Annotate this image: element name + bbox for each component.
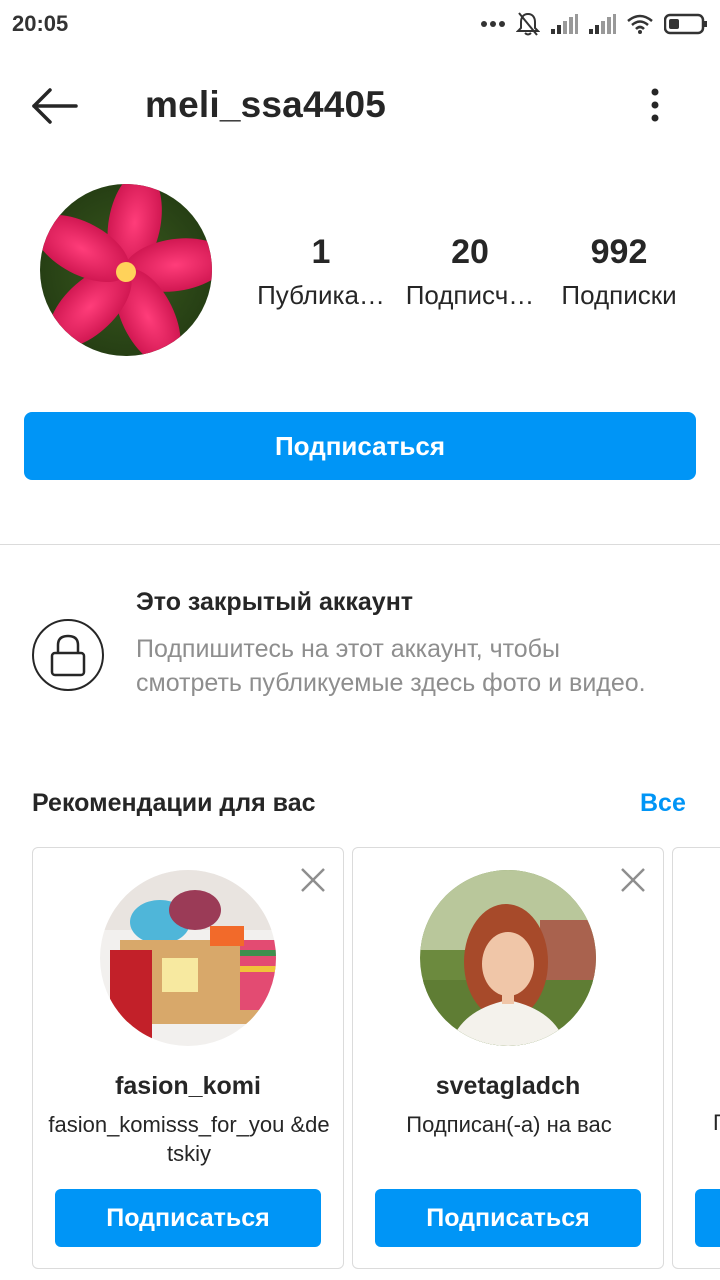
stat-followers[interactable]: 20 Подписч… [395,230,545,311]
profile-header: meli_ssa4405 [0,60,720,152]
stat-posts[interactable]: 1 Публика… [246,230,396,311]
status-icons [480,11,708,37]
wifi-icon [627,14,653,34]
profile-summary: 1 Публика… 20 Подписч… 992 Подписки [0,182,720,358]
divider [0,544,720,545]
stat-followers-value: 20 [451,233,489,271]
close-icon[interactable] [619,866,647,894]
page-title: meli_ssa4405 [145,84,387,125]
bell-muted-icon [516,12,540,36]
close-icon[interactable] [299,866,327,894]
private-account-description: Подпишитесь на этот аккаунт, чтобы смотр… [136,635,646,697]
card-username[interactable]: fasion_komi [33,1072,343,1101]
follow-button[interactable] [695,1189,720,1247]
card-subtitle: fasion_komisss_for_you &detskiy [48,1112,330,1166]
signal-icon [551,14,578,34]
follow-button[interactable]: Подписаться [55,1189,321,1247]
signal-icon [589,14,616,34]
recommendation-card[interactable]: fasion_komi fasion_komisss_for_you &dets… [32,847,344,1269]
battery-icon [664,13,707,35]
follow-button[interactable]: Подписаться [375,1189,641,1247]
lock-icon [32,619,104,691]
status-time: 20:05 [12,11,69,36]
dots-icon [481,21,505,27]
avatar[interactable] [100,870,276,1046]
card-subtitle: П [713,1110,720,1136]
recommendations-title: Рекомендации для вас [32,789,316,817]
see-all-link[interactable]: Все [640,789,686,818]
stat-posts-label: Публика… [257,280,385,310]
stat-followers-label: Подписч… [405,280,535,310]
status-bar: 20:05 [0,0,720,48]
more-vertical-icon[interactable] [640,82,670,132]
follow-button[interactable]: Подписаться [24,412,696,480]
stat-posts-value: 1 [311,233,331,271]
recommendation-card[interactable]: svetagladch Подписан(-а) на вас Подписат… [352,847,664,1269]
private-account-title: Это закрытый аккаунт [136,588,414,616]
recommendation-card[interactable]: П [672,847,720,1269]
stat-following-value: 992 [590,233,648,271]
card-subtitle: Подписан(-а) на вас [406,1112,612,1137]
stat-following[interactable]: 992 Подписки [544,230,694,311]
arrow-left-icon[interactable] [30,86,80,126]
card-username[interactable]: svetagladch [353,1072,663,1101]
avatar[interactable] [420,870,596,1046]
avatar[interactable] [40,184,212,356]
stat-following-label: Подписки [561,280,677,310]
